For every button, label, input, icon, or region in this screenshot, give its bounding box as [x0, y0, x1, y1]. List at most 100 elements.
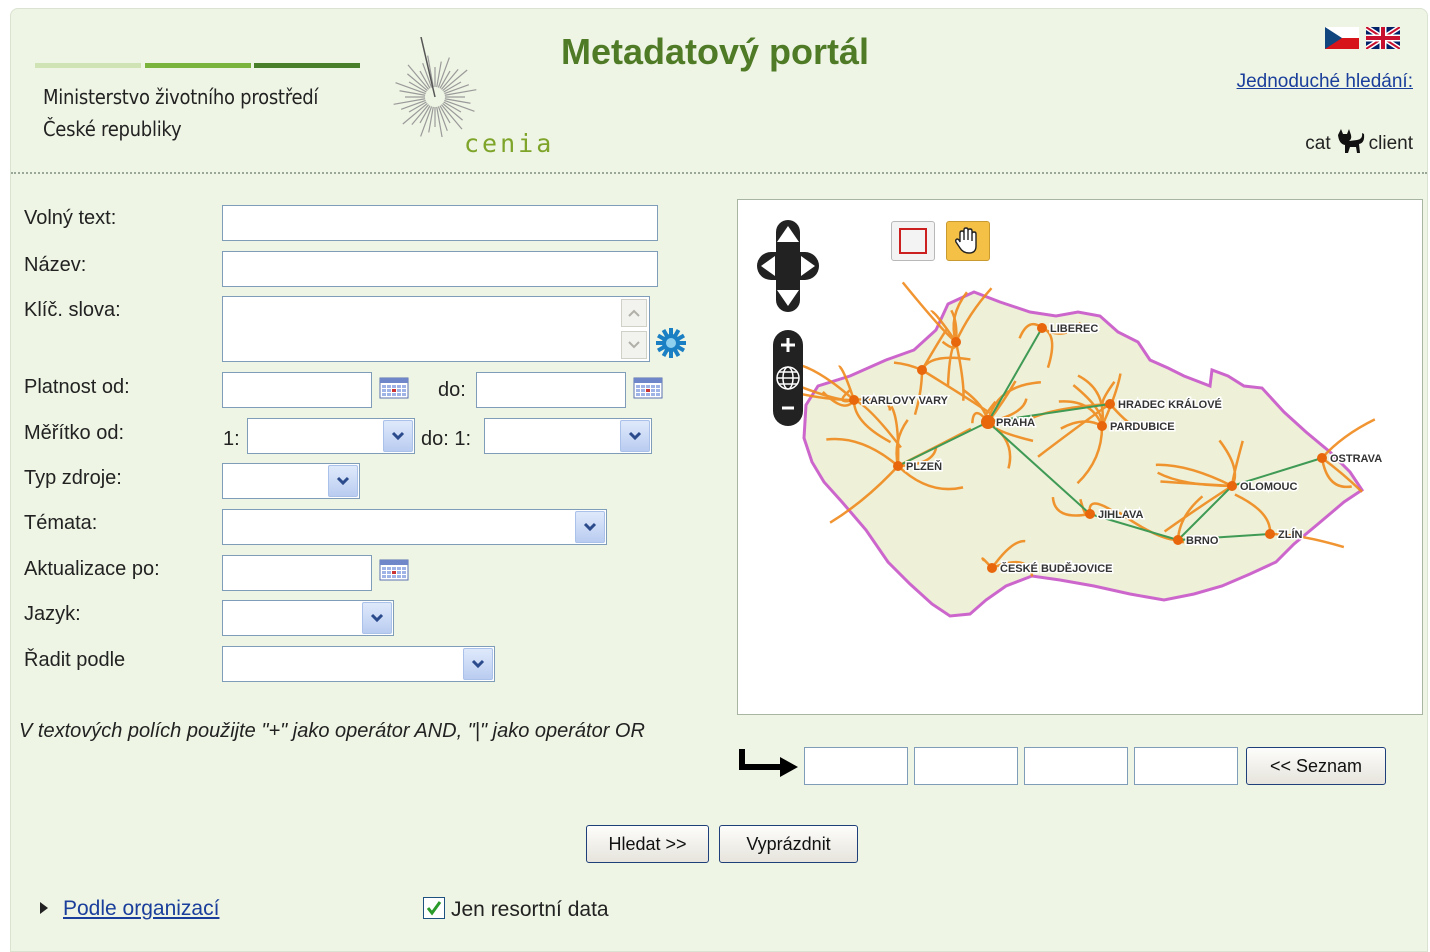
keyword-thesaurus-icon[interactable] [655, 327, 687, 359]
resort-only-label: Jen resortní data [451, 898, 609, 921]
chevron-down-icon [628, 431, 642, 441]
expand-triangle-icon[interactable] [39, 901, 49, 915]
map-zoom-control[interactable] [770, 328, 806, 428]
czech-map[interactable]: LIBEREC KARLOVY VARY HRADEC KRÁLOVÉ PRAHA PA… [738, 200, 1423, 715]
scale-to-select[interactable] [484, 418, 652, 454]
valid-from-input[interactable] [222, 372, 372, 408]
map-pan-control[interactable] [753, 216, 823, 316]
dropdown-arrow-button[interactable] [362, 602, 392, 634]
city-marker [1317, 453, 1327, 463]
city-label: ČESKÉ BUDĚJOVICE [1000, 562, 1112, 575]
city-marker [1037, 323, 1047, 333]
city-marker [1097, 421, 1107, 431]
resort-only-checkbox[interactable] [423, 897, 445, 919]
cat-icon [1337, 129, 1364, 153]
operator-hint: V textových polích použijte "+" jako ope… [19, 720, 645, 742]
city-label: HRADEC KRÁLOVÉ [1118, 398, 1222, 411]
chevron-up-icon [628, 309, 640, 317]
updated-after-input[interactable] [222, 555, 372, 591]
scale-from-select[interactable] [247, 418, 415, 454]
header-divider [11, 172, 1427, 174]
ministry-name-line2: České republiky [43, 117, 182, 141]
chevron-down-icon [336, 476, 350, 486]
page-panel: Ministerstvo životního prostředí České r… [10, 8, 1428, 952]
resource-type-select[interactable] [222, 463, 360, 499]
valid-to-input[interactable] [476, 372, 626, 408]
by-organization-link[interactable]: Podle organizací [63, 897, 219, 921]
uk-flag-icon[interactable] [1366, 27, 1400, 49]
simple-search-link[interactable]: Jednoduché hledání: [1237, 71, 1413, 93]
client-label: client [1368, 133, 1413, 154]
city-label: ZLÍN [1278, 528, 1302, 541]
ministry-stripe-light [35, 63, 141, 68]
updated-after-label: Aktualizace po: [24, 558, 160, 580]
pan-tool[interactable] [946, 221, 990, 261]
name-label: Název: [24, 254, 87, 276]
dropdown-arrow-button[interactable] [328, 465, 358, 497]
city-marker [981, 415, 995, 429]
hand-icon [954, 227, 977, 254]
language-select[interactable] [222, 600, 394, 636]
city-marker [1085, 509, 1095, 519]
dropdown-arrow-button[interactable] [463, 648, 493, 680]
bbox-south-input[interactable] [914, 747, 1018, 785]
dropdown-arrow-button[interactable] [620, 420, 650, 452]
city-label: PARDUBICE [1110, 421, 1175, 433]
city-marker [1227, 481, 1237, 491]
city-marker [893, 461, 903, 471]
free-text-input[interactable] [222, 205, 658, 241]
bbox-arrow-icon [739, 749, 798, 777]
map-viewer[interactable]: LIBEREC KARLOVY VARY HRADEC KRÁLOVÉ PRAHA PA… [737, 199, 1423, 715]
cat-client-logo: cat client [1305, 127, 1413, 155]
sort-by-select[interactable] [222, 646, 495, 682]
list-button[interactable]: << Seznam [1246, 747, 1386, 785]
cenia-logo-icon [393, 37, 477, 137]
checkmark-icon [426, 901, 442, 916]
sort-by-label: Řadit podle [24, 649, 126, 671]
cenia-logo-text: cenia [464, 129, 555, 158]
city-marker [1265, 529, 1275, 539]
chevron-down-icon [391, 431, 405, 441]
dropdown-arrow-button[interactable] [575, 511, 605, 543]
box-select-tool[interactable] [891, 221, 935, 261]
city-label: KARLOVY VARY [862, 395, 949, 407]
city-label: OSTRAVA [1330, 453, 1382, 465]
cz-flag-icon[interactable] [1325, 27, 1359, 49]
valid-to-label: do: [438, 379, 466, 401]
city-marker [1173, 535, 1183, 545]
chevron-down-icon [471, 659, 485, 669]
chevron-down-icon [370, 613, 384, 623]
ministry-name-line1: Ministerstvo životního prostředí [43, 85, 319, 109]
ministry-stripe-mid [145, 63, 251, 68]
city-label: OLOMOUC [1240, 481, 1297, 493]
chevron-down-icon [628, 341, 640, 349]
cat-label: cat [1305, 133, 1331, 154]
rectangle-select-icon [899, 228, 927, 254]
city-label: PRAHA [996, 417, 1035, 429]
dropdown-arrow-button[interactable] [383, 420, 413, 452]
scale-from-label: Měřítko od: [24, 422, 125, 444]
name-input[interactable] [222, 251, 658, 287]
clear-button[interactable]: Vyprázdnit [719, 825, 858, 863]
calendar-icon[interactable] [379, 559, 409, 581]
town-marker [951, 337, 961, 347]
calendar-icon[interactable] [379, 377, 409, 399]
bbox-east-input[interactable] [1024, 747, 1128, 785]
resource-type-label: Typ zdroje: [24, 467, 122, 489]
city-label: BRNO [1186, 535, 1219, 547]
bbox-west-input[interactable] [804, 747, 908, 785]
chevron-down-icon [583, 522, 597, 532]
free-text-label: Volný text: [24, 207, 117, 229]
calendar-icon[interactable] [633, 377, 663, 399]
topics-select[interactable] [222, 509, 607, 545]
keywords-label: Klíč. slova: [24, 299, 121, 321]
language-label: Jazyk: [24, 603, 81, 625]
keywords-textarea[interactable] [222, 296, 650, 362]
page-title: Metadatový portál [561, 31, 870, 72]
scroll-up-button[interactable] [621, 299, 647, 327]
bbox-north-input[interactable] [1134, 747, 1238, 785]
city-label: PLZEŇ [906, 460, 942, 473]
scroll-down-button[interactable] [621, 331, 647, 359]
city-label: JIHLAVA [1098, 509, 1143, 521]
search-button[interactable]: Hledat >> [586, 825, 709, 863]
